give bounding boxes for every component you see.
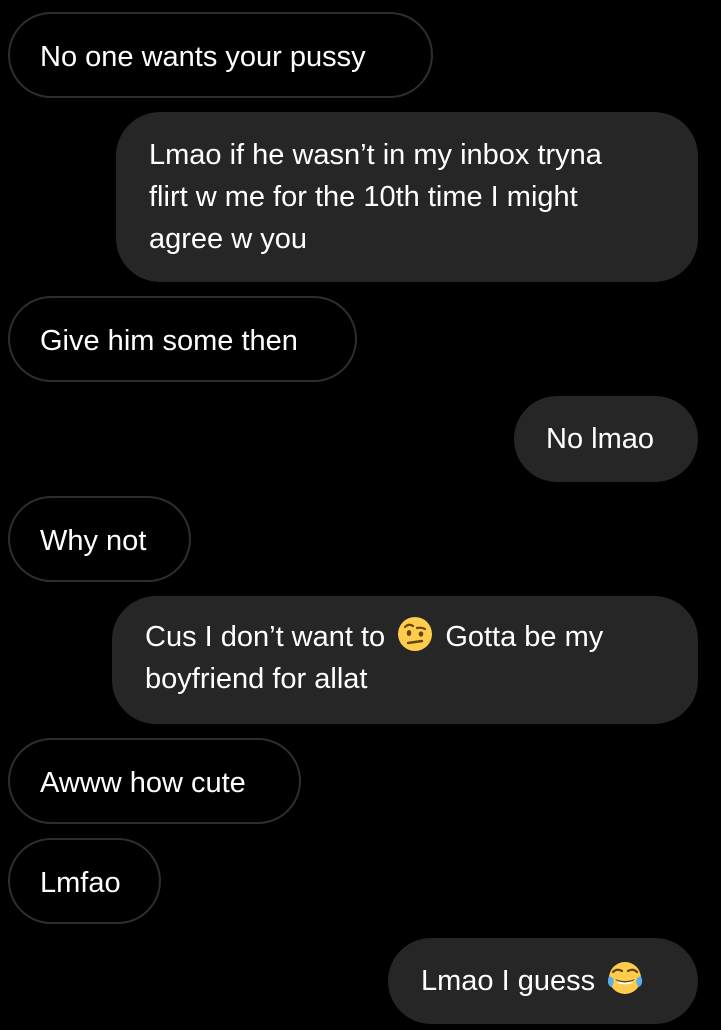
received-message-bubble[interactable]: Awww how cute: [8, 738, 301, 824]
received-message-bubble[interactable]: Why not: [8, 496, 191, 582]
received-message-bubble[interactable]: Lmfao: [8, 838, 161, 924]
sent-message-bubble[interactable]: Cus I don’t want to Gotta be my boyfrien…: [112, 596, 698, 724]
message-text: Awww how cute: [40, 767, 246, 799]
message-text: Lmfao: [40, 867, 121, 899]
message-text: Lmao I guess: [421, 965, 596, 997]
message-text: Cus I don’t want to: [145, 621, 386, 653]
face-with-raised-eyebrow-icon: [398, 617, 433, 651]
message-text: No one wants your pussy: [40, 41, 366, 73]
sent-message-bubble[interactable]: No lmao: [514, 396, 698, 482]
message-text-line: boyfriend for allat: [145, 663, 368, 695]
message-text: No lmao: [546, 423, 654, 455]
message-text-line: flirt w me for the 10th time I might: [149, 181, 578, 213]
received-message-bubble[interactable]: No one wants your pussy: [8, 12, 433, 98]
sent-message-bubble[interactable]: Lmao if he wasn’t in my inbox tryna flir…: [116, 112, 698, 282]
message-text-line: agree w you: [149, 223, 307, 255]
message-text-line: Lmao if he wasn’t in my inbox tryna: [149, 139, 602, 171]
message-text: Why not: [40, 525, 147, 557]
message-text: Gotta be my: [445, 621, 604, 653]
face-with-tears-of-joy-icon: [608, 962, 643, 994]
sent-message-bubble[interactable]: Lmao I guess: [388, 938, 698, 1024]
message-text: Give him some then: [40, 325, 298, 357]
received-message-bubble[interactable]: Give him some then: [8, 296, 357, 382]
